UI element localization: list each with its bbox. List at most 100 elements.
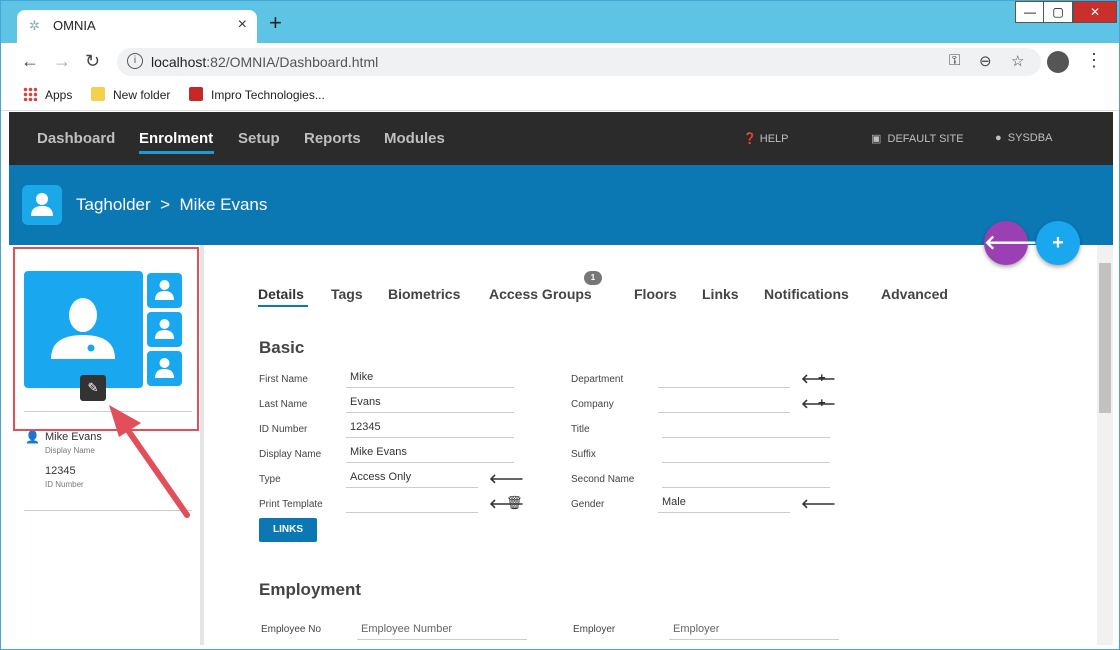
- bookmark-impro[interactable]: Impro Technologies...: [189, 87, 325, 102]
- nav-reports[interactable]: Reports: [304, 130, 361, 147]
- zoom-icon[interactable]: ⊖: [979, 52, 992, 70]
- suffix-field[interactable]: [662, 446, 830, 463]
- user-icon: ●: [995, 132, 1002, 144]
- minimize-icon[interactable]: —: [1015, 1, 1045, 23]
- person-icon: 👤: [25, 430, 40, 444]
- gender-field[interactable]: Male: [658, 496, 790, 513]
- department-label: Department: [571, 374, 624, 385]
- display-name-field[interactable]: Mike Evans: [346, 446, 514, 463]
- site-info-icon[interactable]: i: [127, 53, 143, 69]
- employer-label: Employer: [573, 624, 616, 635]
- site-icon: ▣: [871, 133, 882, 145]
- star-icon[interactable]: ☆: [1011, 52, 1024, 70]
- browser-menu-icon[interactable]: ⋮: [1085, 50, 1103, 71]
- breadcrumb-record: Mike Evans: [179, 195, 268, 214]
- company-label: Company: [571, 399, 614, 410]
- key-icon[interactable]: ⚿: [949, 52, 960, 69]
- nav-modules[interactable]: Modules: [384, 130, 445, 147]
- company-field[interactable]: [658, 396, 790, 413]
- tab-tags[interactable]: Tags: [331, 286, 363, 302]
- tagholder-icon: [22, 185, 62, 225]
- print-template-field[interactable]: [346, 496, 478, 513]
- department-add-icon[interactable]: +: [818, 370, 826, 385]
- scrollbar-thumb[interactable]: [1099, 263, 1111, 413]
- second-name-field[interactable]: [662, 471, 830, 488]
- profile-display-name: Mike Evans: [45, 431, 102, 443]
- type-label: Type: [259, 474, 281, 485]
- reload-icon[interactable]: ↻: [85, 51, 100, 72]
- app-navbar: Dashboard Enrolment Setup Reports Module…: [9, 112, 1113, 165]
- employee-no-field[interactable]: Employee Number: [357, 623, 527, 640]
- impro-logo-icon: [189, 87, 203, 101]
- id-number-field[interactable]: 12345: [346, 421, 514, 438]
- breadcrumb: Tagholder > Mike Evans: [76, 195, 267, 215]
- tab-biometrics[interactable]: Biometrics: [388, 286, 460, 302]
- nav-setup[interactable]: Setup: [238, 130, 280, 147]
- divider: [24, 510, 192, 511]
- id-number-caption: ID Number: [45, 480, 84, 489]
- breadcrumb-separator: >: [160, 195, 171, 214]
- active-tab-indicator: [258, 305, 308, 307]
- basic-section-title: Basic: [259, 338, 305, 357]
- page-banner: Tagholder > Mike Evans: [9, 165, 1113, 245]
- highlight-box: [13, 247, 199, 431]
- department-field[interactable]: [658, 371, 790, 388]
- tab-advanced[interactable]: Advanced: [881, 286, 948, 302]
- last-name-label: Last Name: [259, 399, 308, 410]
- first-name-label: First Name: [259, 374, 308, 385]
- tab-title: OMNIA: [53, 18, 96, 33]
- tab-access-groups[interactable]: Access Groups: [489, 286, 592, 302]
- employee-no-label: Employee No: [261, 624, 322, 635]
- window-close-icon[interactable]: ✕: [1073, 1, 1117, 23]
- tab-details[interactable]: Details: [258, 286, 304, 302]
- first-name-field[interactable]: Mike: [346, 371, 514, 388]
- help-link[interactable]: ❓ HELP: [743, 132, 789, 145]
- apps-grid-icon: [23, 87, 37, 101]
- tab-notifications[interactable]: Notifications: [764, 286, 849, 302]
- bookmarks-bar: Apps New folder Impro Technologies...: [1, 81, 1119, 111]
- company-add-icon[interactable]: +: [818, 395, 826, 410]
- tab-floors[interactable]: Floors: [634, 286, 677, 302]
- user-menu[interactable]: ● SYSDBA: [995, 132, 1052, 144]
- omnia-favicon-icon: ✲: [29, 18, 40, 33]
- print-template-label: Print Template: [259, 499, 323, 510]
- close-tab-icon[interactable]: ×: [238, 16, 247, 34]
- display-name-label: Display Name: [259, 449, 322, 460]
- omnibox[interactable]: i localhost:82/OMNIA/Dashboard.html ⚿ ⊖ …: [117, 48, 1041, 76]
- suffix-label: Suffix: [571, 449, 596, 460]
- back-button[interactable]: 🡐: [984, 221, 1038, 265]
- bookmark-new-folder[interactable]: New folder: [91, 87, 170, 102]
- back-arrow-icon[interactable]: ←: [21, 51, 39, 72]
- profile-avatar-icon[interactable]: [1047, 51, 1069, 73]
- tab-strip: ✲ OMNIA × + — ▢ ✕: [1, 1, 1119, 43]
- nav-enrolment[interactable]: Enrolment: [139, 130, 213, 147]
- folder-icon: [91, 87, 105, 101]
- maximize-icon[interactable]: ▢: [1043, 1, 1073, 23]
- new-tab-icon[interactable]: +: [269, 12, 282, 34]
- url-text: localhost:82/OMNIA/Dashboard.html: [151, 54, 379, 70]
- help-icon: ❓: [743, 133, 757, 145]
- browser-window: ✲ OMNIA × + — ▢ ✕ ← → ↻ i localhost:82/O…: [0, 0, 1120, 650]
- type-field[interactable]: Access Only: [346, 471, 478, 488]
- profile-id-number: 12345: [45, 465, 76, 477]
- address-bar: ← → ↻ i localhost:82/OMNIA/Dashboard.htm…: [1, 43, 1119, 81]
- site-selector[interactable]: ▣ DEFAULT SITE: [871, 132, 964, 145]
- nav-active-indicator: [139, 151, 214, 154]
- display-name-caption: Display Name: [45, 446, 95, 455]
- bookmark-apps[interactable]: Apps: [23, 87, 72, 102]
- last-name-field[interactable]: Evans: [346, 396, 514, 413]
- employer-field[interactable]: Employer: [669, 623, 839, 640]
- gender-label: Gender: [571, 499, 605, 510]
- title-field[interactable]: [662, 421, 830, 438]
- links-button[interactable]: LINKS: [259, 518, 317, 542]
- add-button[interactable]: +: [1036, 221, 1080, 265]
- browser-tab[interactable]: ✲ OMNIA ×: [17, 10, 257, 43]
- forward-arrow-icon[interactable]: →: [53, 51, 71, 72]
- nav-dashboard[interactable]: Dashboard: [37, 130, 115, 147]
- breadcrumb-section[interactable]: Tagholder: [76, 195, 151, 214]
- title-label: Title: [571, 424, 590, 435]
- trash-icon[interactable]: 🗑: [506, 495, 523, 511]
- gender-select-arrow-icon[interactable]: 🡐: [801, 496, 836, 512]
- type-select-arrow-icon[interactable]: 🡐: [489, 471, 524, 487]
- tab-links[interactable]: Links: [702, 286, 739, 302]
